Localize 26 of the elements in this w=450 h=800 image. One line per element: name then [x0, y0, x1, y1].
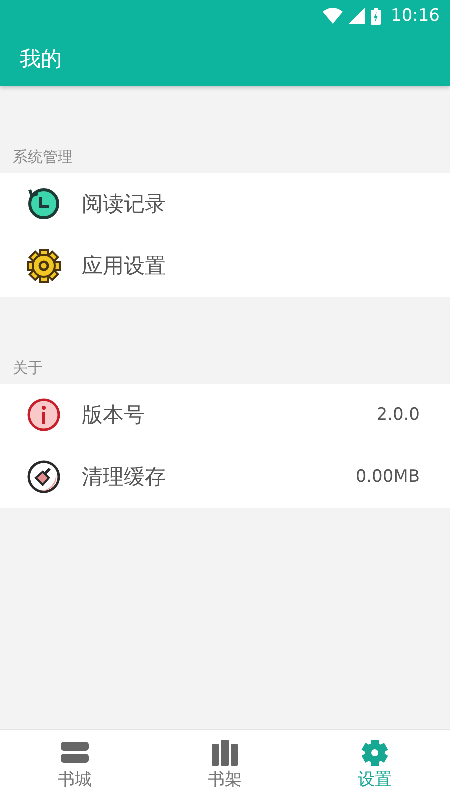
row-value: 2.0.0	[376, 405, 420, 425]
gear-icon	[26, 248, 62, 284]
row-label: 阅读记录	[82, 191, 167, 218]
row-label: 清理缓存	[82, 464, 167, 491]
nav-tab[interactable]: 书架	[150, 730, 300, 800]
wifi-icon	[323, 8, 343, 24]
info-icon	[26, 397, 62, 433]
broom-icon	[26, 459, 62, 495]
row-label: 应用设置	[82, 253, 167, 280]
clock-icon	[26, 186, 62, 222]
settings-row[interactable]: 阅读记录	[0, 173, 450, 235]
settings-row[interactable]: 清理缓存 0.00MB	[0, 446, 450, 508]
settings-row[interactable]: 版本号 2.0.0	[0, 384, 450, 446]
battery-icon	[371, 8, 381, 24]
signal-icon	[349, 8, 365, 24]
settings-icon	[361, 740, 389, 766]
app-bar-title: 我的	[19, 46, 63, 73]
books-icon	[61, 740, 89, 766]
row-label: 版本号	[82, 402, 146, 429]
section-header: 关于	[12, 359, 44, 379]
section-header: 系统管理	[12, 148, 74, 168]
settings-row[interactable]: 应用设置	[0, 235, 450, 297]
status-time: 10:16	[391, 6, 440, 26]
row-value: 0.00MB	[356, 467, 420, 487]
bookshelf-icon	[211, 740, 239, 766]
nav-tab[interactable]: 书城	[0, 730, 150, 800]
